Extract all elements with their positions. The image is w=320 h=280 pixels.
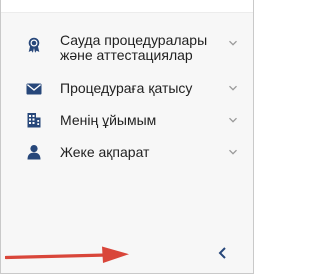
chevron-down-icon[interactable] xyxy=(228,83,238,93)
chevron-down-icon[interactable] xyxy=(228,147,238,157)
sidebar-item-trade-procedures[interactable]: Сауда процедуралары және аттестациялар xyxy=(1,30,253,70)
chevron-left-icon xyxy=(215,244,231,262)
collapse-sidebar-button[interactable] xyxy=(215,244,231,262)
award-medal-icon xyxy=(26,37,42,53)
sidebar-panel: Сауда процедуралары және аттестациялар П… xyxy=(0,0,254,274)
sidebar-item-label: Жеке ақпарат xyxy=(60,144,150,160)
sidebar-item-label: Сауда процедуралары және аттестациялар xyxy=(60,32,208,63)
sidebar-item-label: Процедураға қатысу xyxy=(60,80,193,96)
sidebar-item-procedure-participation[interactable]: Процедураға қатысу xyxy=(1,78,253,100)
envelope-icon xyxy=(26,81,42,97)
sidebar-top-band xyxy=(1,0,253,13)
sidebar-item-label: Менің ұйымым xyxy=(60,112,157,128)
sidebar-item-personal-info[interactable]: Жеке ақпарат xyxy=(1,142,253,164)
red-arrow-icon xyxy=(4,245,131,270)
sidebar-item-my-organization[interactable]: Менің ұйымым xyxy=(1,110,253,132)
building-icon xyxy=(26,112,42,128)
chevron-down-icon[interactable] xyxy=(228,38,238,48)
user-icon xyxy=(26,144,42,160)
chevron-down-icon[interactable] xyxy=(228,115,238,125)
